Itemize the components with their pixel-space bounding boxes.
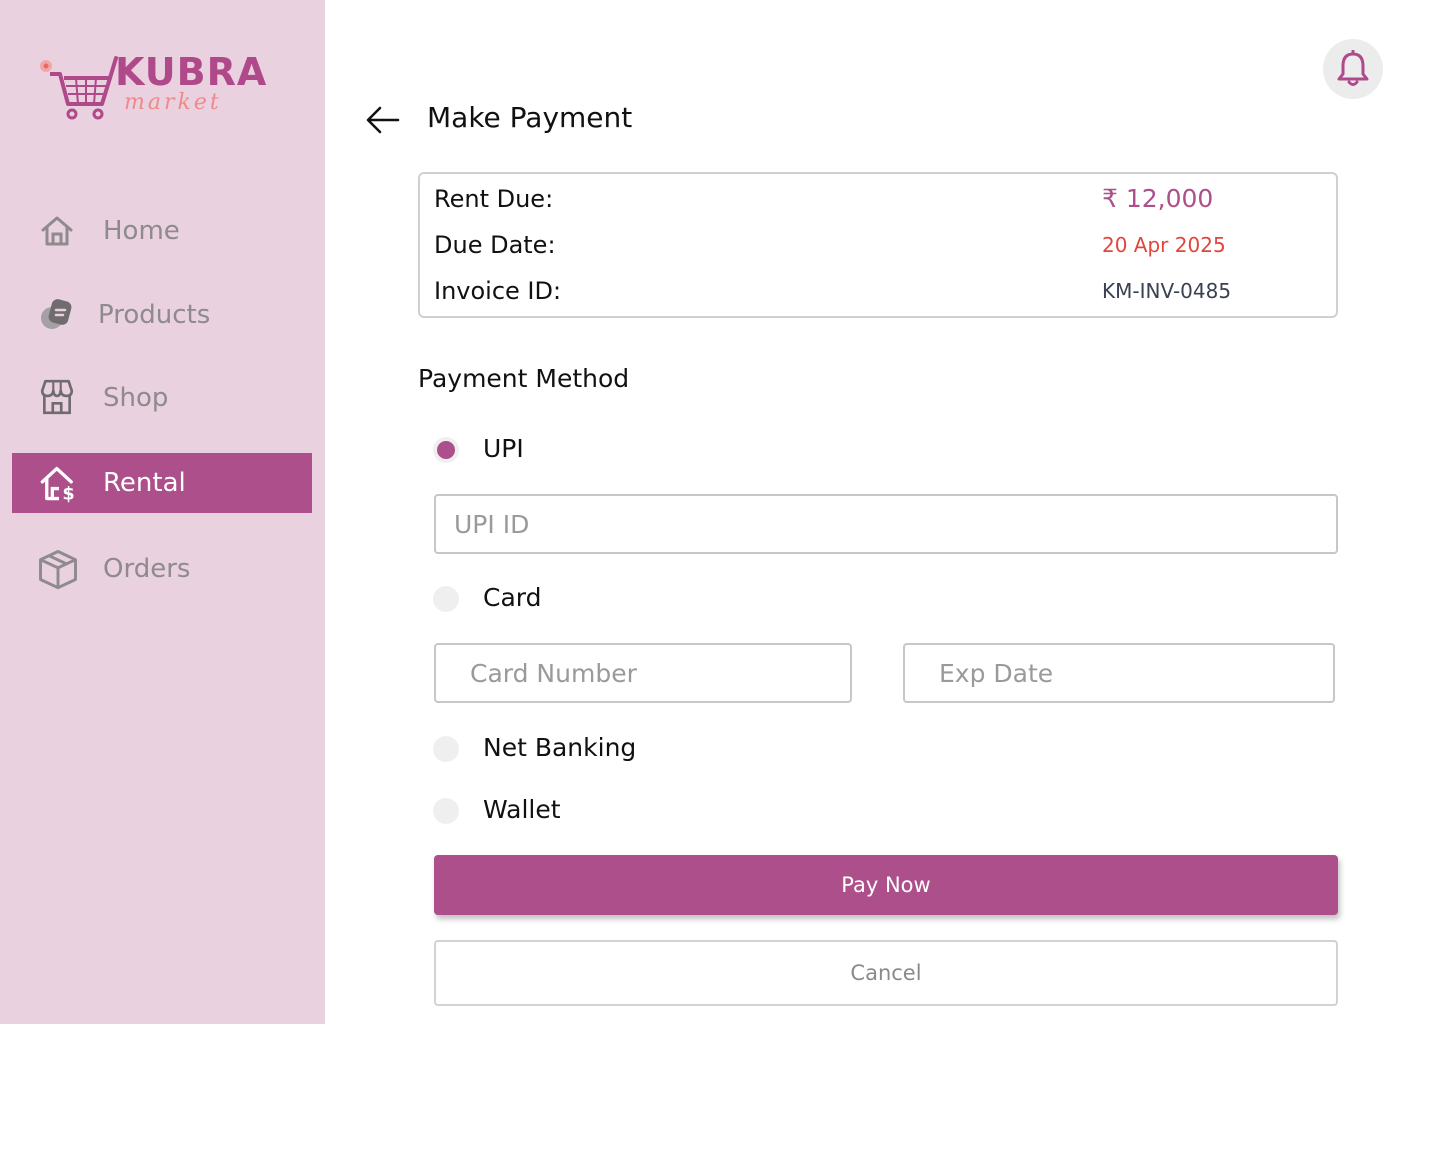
invoice-id-value: KM-INV-0485 [1102, 279, 1232, 303]
rent-due-label: Rent Due: [434, 185, 554, 213]
sidebar-item-products[interactable]: Products [12, 285, 312, 345]
cart-logo-icon [40, 56, 118, 120]
sidebar-item-label: Shop [103, 383, 169, 413]
sidebar-item-label: Rental [103, 468, 186, 498]
arrow-left-icon [366, 106, 400, 134]
products-icon [41, 299, 72, 329]
sidebar-item-home[interactable]: Home [12, 201, 312, 261]
wallet-label: Wallet [483, 795, 561, 824]
net-banking-label: Net Banking [483, 733, 637, 762]
upi-label: UPI [483, 434, 524, 463]
notification-button[interactable] [1323, 39, 1383, 99]
sidebar-item-orders[interactable]: Orders [12, 539, 312, 599]
cancel-button[interactable]: Cancel [434, 940, 1338, 1006]
orders-icon [39, 550, 77, 590]
exp-date-input[interactable] [903, 643, 1335, 703]
payment-summary-card: Rent Due: ₹ 12,000 Due Date: 20 Apr 2025… [418, 172, 1338, 318]
sidebar-item-shop[interactable]: Shop [12, 368, 312, 428]
upi-radio[interactable] [433, 437, 459, 463]
due-date-value: 20 Apr 2025 [1102, 233, 1226, 257]
rental-icon: $ [40, 466, 75, 503]
net-banking-radio[interactable] [433, 736, 459, 762]
upi-id-input[interactable] [434, 494, 1338, 554]
sidebar: KUBRA market Home Products Shop $ Rental… [0, 0, 325, 1024]
svg-text:$: $ [62, 485, 74, 503]
sidebar-item-label: Orders [103, 554, 191, 584]
sidebar-item-rental[interactable]: $ Rental [12, 453, 312, 513]
card-radio[interactable] [433, 586, 459, 612]
pay-now-button[interactable]: Pay Now [434, 855, 1338, 915]
brand-name: KUBRA [115, 50, 268, 94]
brand-tagline: market [124, 90, 222, 115]
page-title: Make Payment [427, 101, 633, 134]
home-icon [41, 216, 73, 246]
wallet-radio[interactable] [433, 798, 459, 824]
payment-method-heading: Payment Method [418, 364, 630, 393]
card-number-input[interactable] [434, 643, 852, 703]
brand-logo[interactable]: KUBRA market [34, 48, 268, 126]
back-button[interactable] [364, 103, 402, 137]
sidebar-item-label: Products [98, 300, 211, 330]
card-label: Card [483, 583, 542, 612]
due-date-label: Due Date: [434, 231, 556, 259]
rent-due-value: ₹ 12,000 [1102, 184, 1214, 213]
invoice-id-label: Invoice ID: [434, 277, 562, 305]
sidebar-item-label: Home [103, 216, 180, 246]
bell-icon [1337, 50, 1369, 86]
shop-icon [40, 379, 74, 415]
